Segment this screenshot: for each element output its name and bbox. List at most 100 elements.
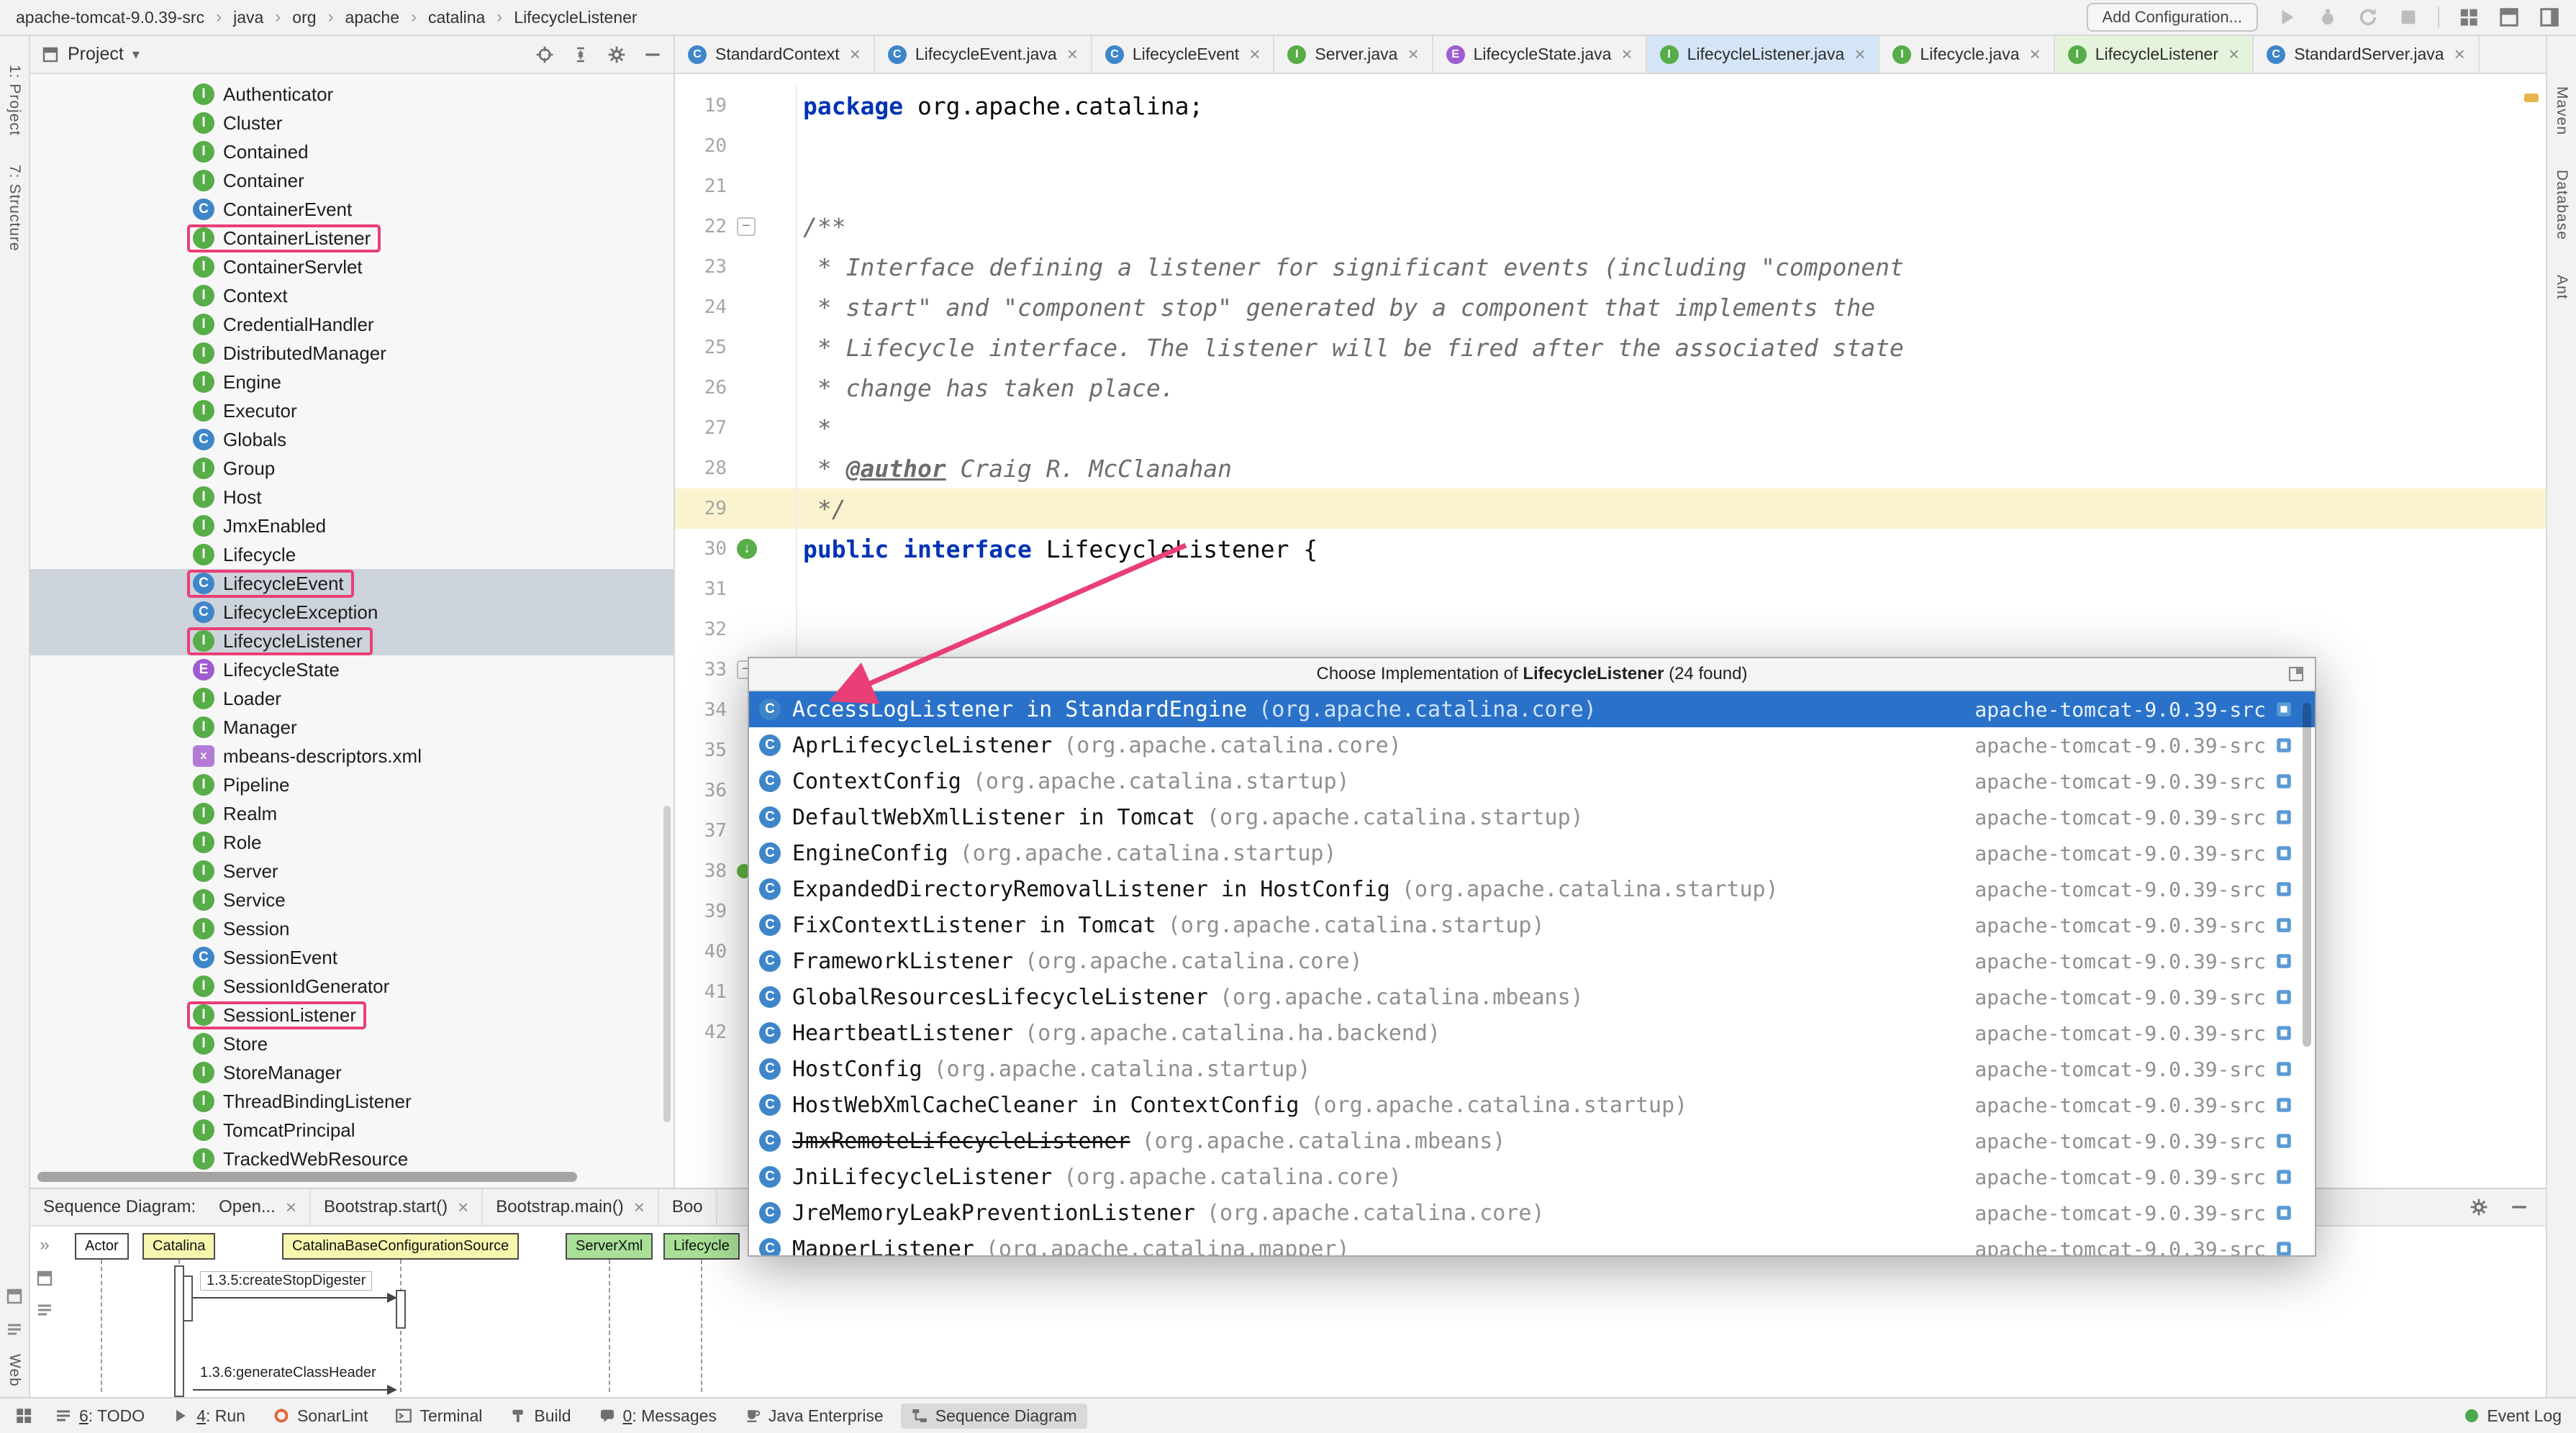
code-line[interactable]: 30↓public interface LifecycleListener { (675, 529, 2546, 569)
status-item-event-log[interactable]: Event Log (2465, 1406, 2562, 1426)
hide-panel-icon[interactable] (2510, 1198, 2529, 1216)
editor-tab[interactable]: ELifecycleState.java× (1433, 36, 1647, 73)
tree-item[interactable]: ILifecycle (30, 540, 674, 569)
status-item-0-messages[interactable]: 0: Messages (589, 1404, 727, 1429)
editor-tab[interactable]: CStandardServer.java× (2254, 36, 2480, 73)
implemented-icon[interactable]: ↓ (737, 539, 757, 559)
tree-item[interactable]: IGroup (30, 454, 674, 483)
message-label[interactable]: 1.3.6:generateClassHeader (200, 1365, 376, 1381)
editor-tab[interactable]: ILifecycle.java× (1879, 36, 2054, 73)
tree-item[interactable]: ITrackedWebResource (30, 1145, 674, 1173)
export-image-icon[interactable] (36, 1270, 53, 1287)
tree-item[interactable]: IRealm (30, 799, 674, 828)
tree-item[interactable]: ISessionListener (30, 1001, 674, 1029)
tab-close-icon[interactable]: × (2454, 43, 2465, 65)
tree-item[interactable]: IHost (30, 483, 674, 511)
stop-icon[interactable] (2398, 6, 2419, 28)
tree-item[interactable]: xmbeans-descriptors.xml (30, 742, 674, 770)
tree-item[interactable]: IThreadBindingListener (30, 1087, 674, 1116)
popup-item[interactable]: CHostConfig(org.apache.catalina.startup)… (749, 1051, 2315, 1087)
tool-window-switcher-icon[interactable] (14, 1406, 33, 1425)
tree-item[interactable]: CSessionEvent (30, 943, 674, 972)
code-line[interactable]: 31 (675, 569, 2546, 609)
sequence-tab[interactable]: Open...× (206, 1189, 311, 1225)
lifeline-box[interactable]: CatalinaBaseConfigurationSource (282, 1233, 519, 1260)
open-as-tool-window-icon[interactable] (2287, 665, 2305, 683)
tree-item[interactable]: IAuthenticator (30, 80, 674, 109)
locate-file-icon[interactable] (535, 45, 554, 64)
add-configuration-button[interactable]: Add Configuration... (2087, 3, 2258, 32)
status-item-4-run[interactable]: 4: Run (162, 1404, 255, 1429)
tree-item[interactable]: CContainerEvent (30, 195, 674, 224)
tab-close-icon[interactable]: × (286, 1196, 296, 1219)
popup-item[interactable]: CAprLifecycleListener(org.apache.catalin… (749, 727, 2315, 763)
popup-item[interactable]: CJreMemoryLeakPreventionListener(org.apa… (749, 1195, 2315, 1231)
code-line[interactable]: 32 (675, 609, 2546, 650)
tree-item[interactable]: IService (30, 886, 674, 914)
editor-tab[interactable]: IServer.java× (1274, 36, 1433, 73)
window-layout-icon[interactable] (2498, 6, 2520, 28)
tree-item[interactable]: IContainerServlet (30, 253, 674, 281)
tree-item[interactable]: IJmxEnabled (30, 511, 674, 540)
tab-close-icon[interactable]: × (1407, 43, 1418, 65)
status-item-6-todo[interactable]: 6: TODO (45, 1404, 155, 1429)
code-line[interactable]: 22−/** (675, 206, 2546, 247)
expand-toolbar-icon[interactable]: » (40, 1235, 49, 1255)
tree-item[interactable]: IServer (30, 857, 674, 886)
tree-item[interactable]: IDistributedManager (30, 339, 674, 368)
debug-icon[interactable] (2317, 6, 2339, 28)
tree-item[interactable]: IContext (30, 281, 674, 310)
sequence-tab[interactable]: Boo (659, 1189, 717, 1225)
project-structure-icon[interactable] (2458, 6, 2480, 28)
rerun-icon[interactable] (2357, 6, 2379, 28)
diagram-options-icon[interactable] (36, 1301, 53, 1319)
breadcrumb-item[interactable]: catalina (428, 8, 485, 27)
tree-item[interactable]: ELifecycleState (30, 655, 674, 684)
tool-button-structure[interactable]: 7: Structure (6, 165, 23, 252)
code-line[interactable]: 26 * change has taken place. (675, 368, 2546, 408)
tree-item[interactable]: IStoreManager (30, 1058, 674, 1087)
status-item-java-enterprise[interactable]: Java Enterprise (734, 1404, 894, 1429)
tab-close-icon[interactable]: × (2030, 43, 2041, 65)
status-item-sequence-diagram[interactable]: Sequence Diagram (901, 1404, 1087, 1429)
lifeline-box[interactable]: Actor (75, 1233, 129, 1260)
editor-tab[interactable]: CLifecycleEvent.java× (875, 36, 1092, 73)
favorites-icon[interactable] (6, 1288, 23, 1305)
tree-item[interactable]: ICredentialHandler (30, 310, 674, 339)
code-line[interactable]: 19package org.apache.catalina; (675, 86, 2546, 126)
window-split-icon[interactable] (2539, 6, 2560, 28)
sequence-tab[interactable]: Bootstrap.start()× (311, 1189, 483, 1225)
fold-icon[interactable]: − (737, 217, 756, 236)
tab-close-icon[interactable]: × (2228, 43, 2239, 65)
tree-item[interactable]: ISession (30, 914, 674, 943)
tool-button-web[interactable]: Web (6, 1354, 23, 1387)
tree-item[interactable]: ICluster (30, 109, 674, 137)
tree-item[interactable]: IRole (30, 828, 674, 857)
tree-item[interactable]: ILoader (30, 684, 674, 713)
editor-tab[interactable]: ILifecycleListener.java× (1647, 36, 1880, 73)
tree-item[interactable]: CLifecycleEvent (30, 569, 674, 598)
popup-item[interactable]: CAccessLogListener in StandardEngine(org… (749, 691, 2315, 727)
tab-close-icon[interactable]: × (1249, 43, 1260, 65)
tab-close-icon[interactable]: × (1854, 43, 1865, 65)
lifeline-box[interactable]: ServerXml (566, 1233, 653, 1260)
lifeline-box[interactable]: Lifecycle (663, 1233, 740, 1260)
tool-button-database[interactable]: Database (2553, 170, 2570, 240)
inspection-mark[interactable] (2524, 94, 2539, 102)
popup-item[interactable]: CJniLifecycleListener(org.apache.catalin… (749, 1159, 2315, 1195)
settings-gear-icon[interactable] (2470, 1198, 2488, 1216)
code-line[interactable]: 20 (675, 126, 2546, 166)
todo-list-icon[interactable] (6, 1321, 23, 1338)
code-line[interactable]: 28 * @author Craig R. McClanahan (675, 448, 2546, 488)
tree-item[interactable]: ILifecycleListener (30, 627, 674, 655)
tree-item[interactable]: IExecutor (30, 396, 674, 425)
tree-item[interactable]: IContainer (30, 166, 674, 195)
popup-item[interactable]: CJmxRemoteLifecycleListener(org.apache.c… (749, 1123, 2315, 1159)
status-item-sonarlint[interactable]: SonarLint (263, 1404, 378, 1429)
code-line[interactable]: 23 * Interface defining a listener for s… (675, 247, 2546, 287)
code-line[interactable]: 29 */ (675, 488, 2546, 529)
tree-item[interactable]: IStore (30, 1029, 674, 1058)
tab-close-icon[interactable]: × (634, 1196, 645, 1219)
code-line[interactable]: 25 * Lifecycle interface. The listener w… (675, 327, 2546, 368)
run-icon[interactable] (2277, 6, 2298, 28)
